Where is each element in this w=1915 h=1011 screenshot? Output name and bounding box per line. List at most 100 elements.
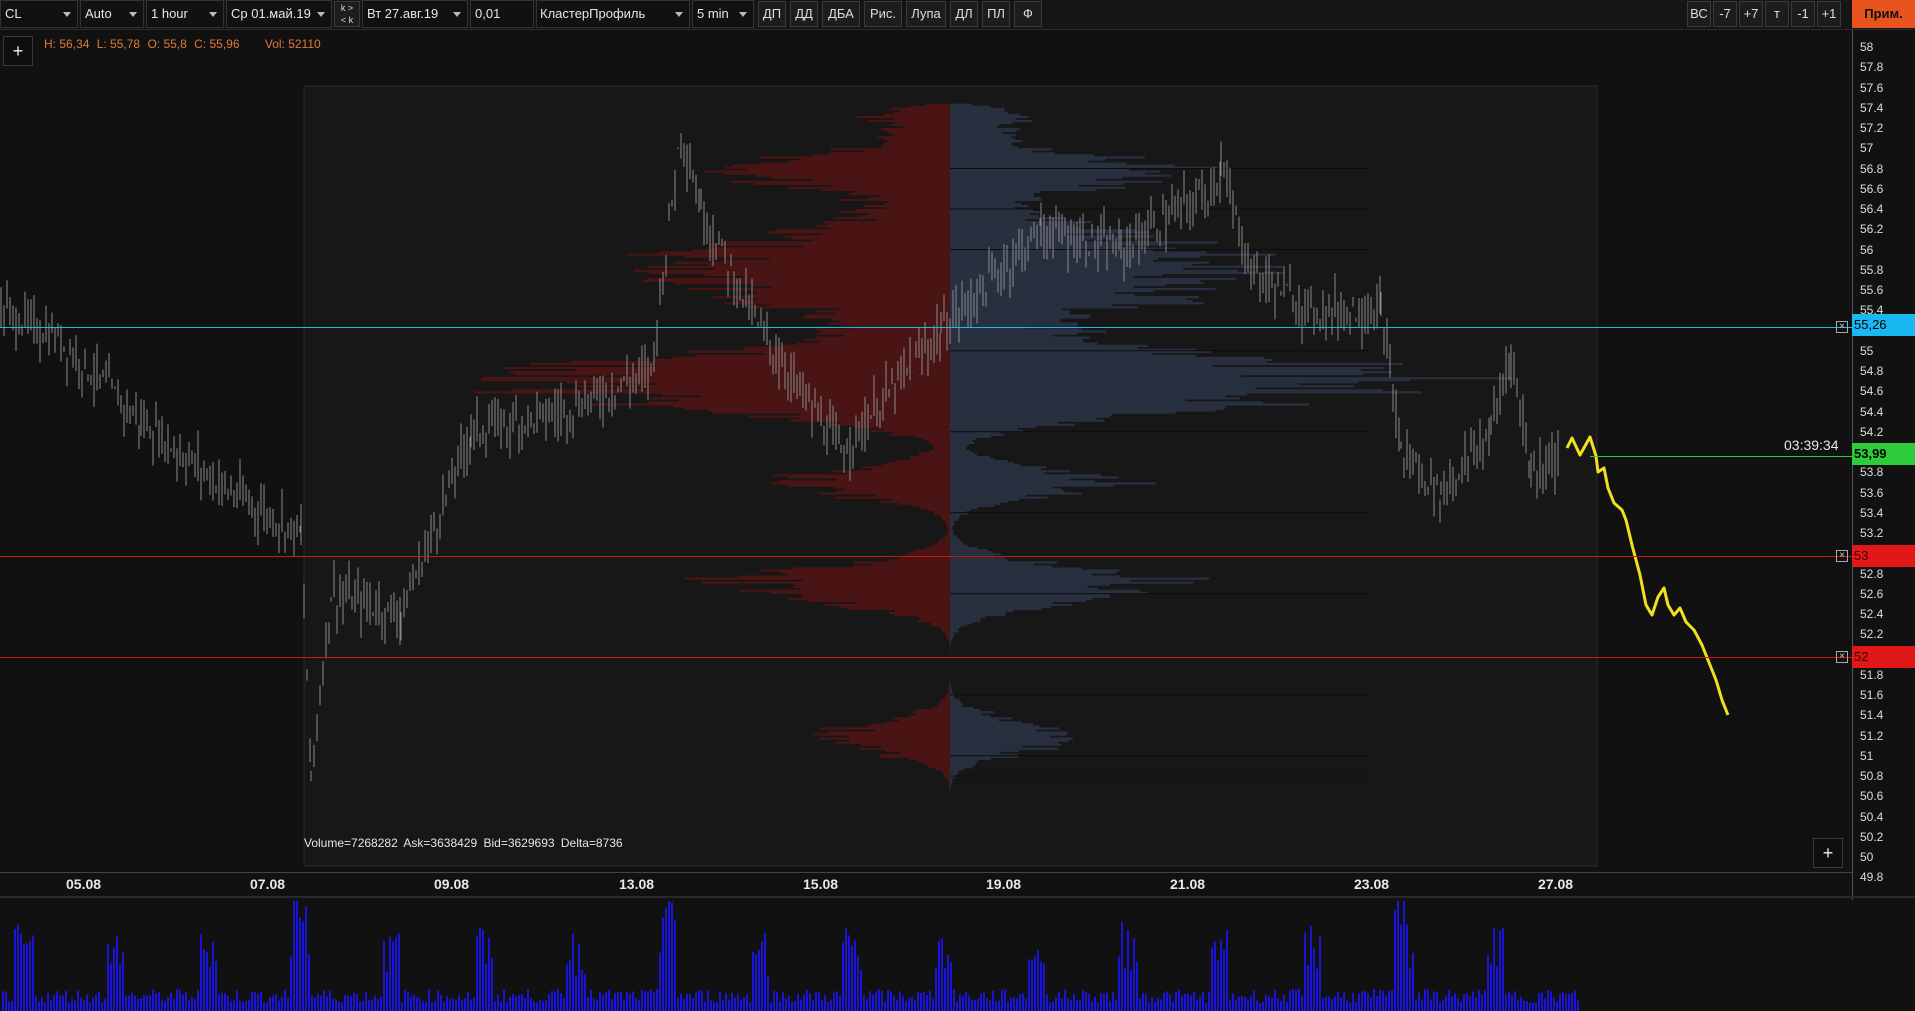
volume-bar [1133,938,1135,1011]
volume-bar [287,997,289,1011]
plus-icon[interactable]: + [1813,838,1843,868]
volume-bar [839,996,841,1011]
volume-bar [1001,989,1003,1011]
date-to-picker[interactable]: Вт 27.авг.19 [362,0,468,28]
price-axis-label: 54.8 [1860,364,1884,378]
volume-bar [1217,960,1219,1011]
close-icon[interactable]: × [1836,651,1848,663]
volume-bar [116,936,118,1011]
plus7-button[interactable]: +7 [1739,1,1763,27]
dp-button[interactable]: ДП [758,1,786,27]
tick-size-input[interactable]: 0,01 [470,0,534,28]
volume-bar [1394,910,1396,1011]
close-icon[interactable]: × [1836,550,1848,562]
volume-bar [200,934,202,1011]
profile-ask-bar [950,111,1009,114]
cyan-level-line[interactable] [0,327,1852,328]
profile-ask-bar [950,441,975,445]
red-level-line-52[interactable] [0,657,1852,658]
volume-bar [284,989,286,1011]
profile-ask-bar [950,186,1126,189]
pl-button[interactable]: ПЛ [982,1,1010,27]
date-nav-back[interactable]: < k [335,16,359,25]
volume-bar [1346,1000,1348,1011]
profile-ask-bar [950,237,1123,240]
volume-bar [1277,997,1279,1011]
profile-bid-bar [695,354,950,357]
profile-ask-bar [950,128,1020,131]
profile-bid-bar [877,136,950,139]
volume-bar [371,999,373,1011]
profile-bid-bar [813,178,950,181]
filter-button[interactable]: Ф [1014,1,1042,27]
volume-bar [1043,963,1045,1011]
profile-bid-bar [792,567,950,570]
profile-ask-bar [950,749,1020,752]
price-axis-label: 57.6 [1860,80,1884,95]
volume-bar [650,989,652,1011]
date-nav-forward[interactable]: k > [335,4,359,13]
profile-bid-bar [788,419,950,422]
profile-bid-bar [847,607,950,611]
profile-ask-bar [950,184,1079,187]
dd-button[interactable]: ДД [790,1,818,27]
price-axis-label: 52.6 [1860,586,1884,601]
volume-bar [1154,1002,1156,1011]
red-level-line-53[interactable] [0,556,1852,557]
t-button[interactable]: т [1765,1,1789,27]
profile-ask-bar [950,287,1216,291]
dba-button[interactable]: ДБА [822,1,860,27]
profile-ask-bar [950,340,1084,343]
volume-bar [1379,989,1381,1011]
profile-bid-bar [704,170,950,173]
indicator-select[interactable]: КластерПрофиль [536,0,690,28]
red-level-tag-52: 52 [1852,646,1915,668]
profile-bid-bar [892,498,950,501]
volume-bar [1478,989,1480,1011]
profile-bid-bar [802,316,950,319]
profile-ask-bar [950,684,951,688]
profile-ask-bar [950,421,1058,424]
profile-ask-bar [950,103,973,106]
vs-button[interactable]: ВС [1687,1,1711,27]
volume-bar [167,996,169,1011]
volume-bar [1025,998,1027,1011]
profile-bid-bar [885,206,950,210]
dl-button[interactable]: ДЛ [950,1,978,27]
symbol-select[interactable]: CL [0,0,78,28]
profile-ask-bar [950,204,1029,208]
tick-size-value: 0,01 [475,6,501,21]
chevron-down-icon [739,12,747,17]
volume-bar [689,994,691,1011]
date-nav-buttons[interactable]: k > < k [334,1,360,27]
profile-bid-bar [884,202,950,206]
minus1-button[interactable]: -1 [1791,1,1815,27]
volume-bar [1130,970,1132,1011]
price-axis-label: 50 [1860,850,1874,864]
close-icon[interactable]: × [1836,321,1848,333]
apply-button[interactable]: Прим. [1852,0,1915,28]
profile-ask-bar [950,385,1355,388]
profile-ask-bar [950,547,978,550]
profile-ask-bar [950,294,1135,297]
profile-bid-bar [803,245,950,248]
profile-bid-bar [942,537,950,540]
volume-bar [476,935,478,1011]
profile-ask-bar [950,717,1013,720]
timeframe-select[interactable]: 1 hour [146,0,224,28]
magnifier-button[interactable]: Лупа [906,1,946,27]
profile-bid-bar [894,111,950,114]
price-axis-label: 53.6 [1860,485,1884,500]
profile-bid-bar [948,638,950,641]
profile-timeframe-select[interactable]: 5 min [692,0,754,28]
minus7-button[interactable]: -7 [1713,1,1737,27]
price-chart[interactable] [0,30,1852,873]
profile-bid-bar [894,609,950,613]
profile-bid-bar [769,304,950,307]
plus1-button[interactable]: +1 [1817,1,1841,27]
scale-select[interactable]: Auto [80,0,144,28]
profile-bid-bar [751,283,950,287]
date-from-picker[interactable]: Ср 01.май.19 [226,0,332,28]
draw-button[interactable]: Рис. [864,1,902,27]
volume-bar [398,933,400,1011]
